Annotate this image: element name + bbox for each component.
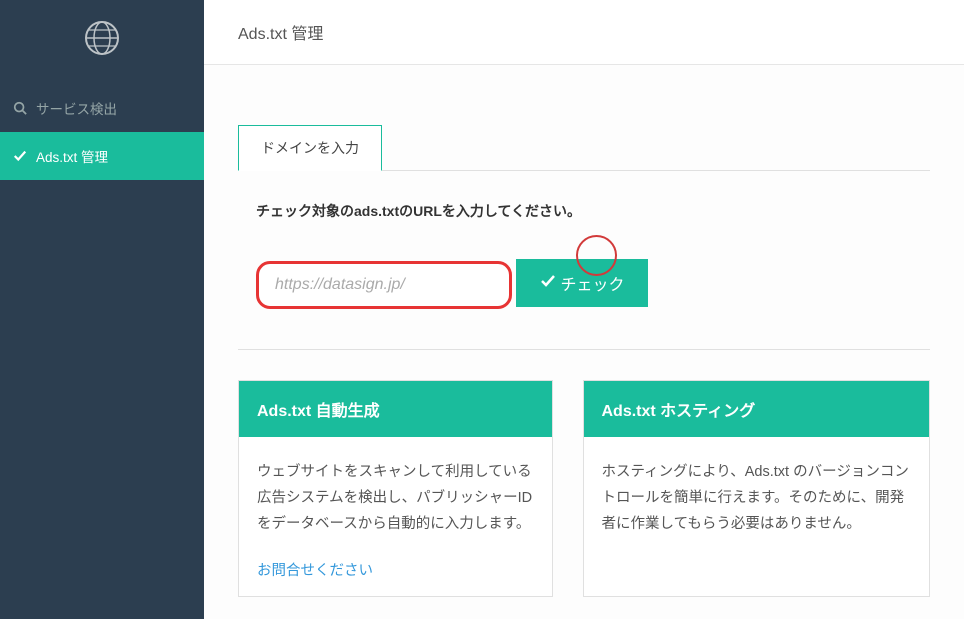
- globe-logo-icon: [84, 20, 120, 56]
- check-icon: [540, 273, 556, 294]
- check-button[interactable]: チェック: [516, 259, 648, 307]
- sidebar-item-label: サービス検出: [36, 98, 117, 118]
- sidebar-item-label: Ads.txt 管理: [36, 146, 108, 166]
- url-input[interactable]: [256, 261, 512, 309]
- card-link-wrap: お問合せください: [239, 559, 552, 596]
- cards-row: Ads.txt 自動生成 ウェブサイトをスキャンして利用している広告システムを検…: [238, 380, 930, 597]
- input-prompt: チェック対象のads.txtのURLを入力してください。: [256, 201, 912, 221]
- sidebar-item-service-discovery[interactable]: サービス検出: [0, 84, 204, 132]
- page-header: Ads.txt 管理: [204, 0, 964, 65]
- card-body: ウェブサイトをスキャンして利用している広告システムを検出し、パブリッシャーIDを…: [239, 437, 552, 559]
- card-autogen: Ads.txt 自動生成 ウェブサイトをスキャンして利用している広告システムを検…: [238, 380, 553, 597]
- tab-domain-input[interactable]: ドメインを入力: [238, 125, 382, 171]
- app-layout: サービス検出 Ads.txt 管理 Ads.txt 管理 ドメインを入力 チェッ…: [0, 0, 964, 619]
- card-title: Ads.txt 自動生成: [239, 381, 552, 437]
- check-button-label: チェック: [560, 271, 624, 295]
- tab-body: チェック対象のads.txtのURLを入力してください。 チェック: [238, 170, 930, 349]
- section-divider: [238, 349, 930, 350]
- input-panel: ドメインを入力 チェック対象のads.txtのURLを入力してください。 チェッ…: [238, 125, 930, 349]
- search-icon: [12, 100, 28, 116]
- check-icon: [12, 148, 28, 164]
- sidebar: サービス検出 Ads.txt 管理: [0, 0, 204, 619]
- card-title: Ads.txt ホスティング: [584, 381, 930, 437]
- card-hosting: Ads.txt ホスティング ホスティングにより、Ads.txt のバージョンコ…: [583, 380, 931, 597]
- main-content: Ads.txt 管理 ドメインを入力 チェック対象のads.txtのURLを入力…: [204, 0, 964, 619]
- logo-wrap: [0, 0, 204, 84]
- card-body: ホスティングにより、Ads.txt のバージョンコントロールを簡単に行えます。そ…: [584, 437, 930, 559]
- page-title: Ads.txt 管理: [238, 20, 930, 44]
- content-area: ドメインを入力 チェック対象のads.txtのURLを入力してください。 チェッ…: [204, 65, 964, 597]
- sidebar-item-adstxt[interactable]: Ads.txt 管理: [0, 132, 204, 180]
- contact-link[interactable]: お問合せください: [257, 563, 373, 579]
